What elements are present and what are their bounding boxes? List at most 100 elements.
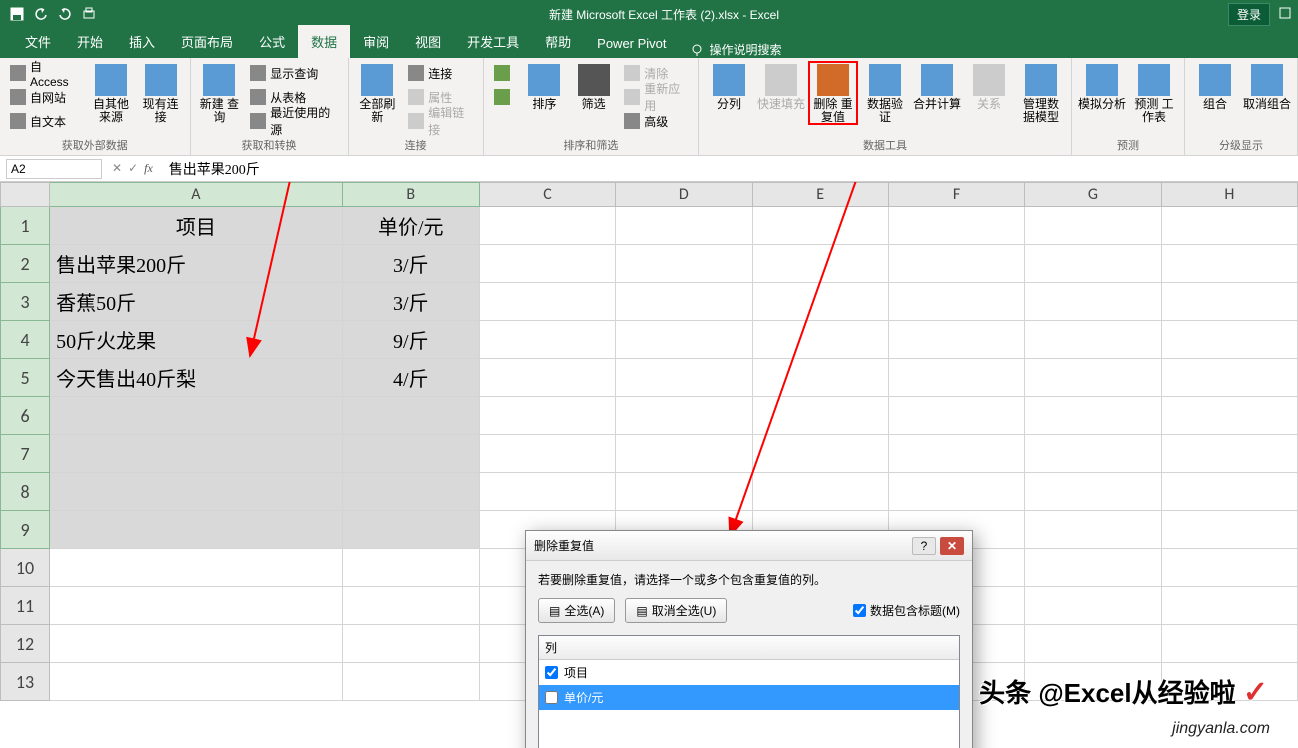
- row-header-9[interactable]: 9: [1, 511, 50, 549]
- btn-text-to-columns[interactable]: 分列: [705, 62, 753, 111]
- cell-A13[interactable]: [50, 663, 343, 701]
- cell-H9[interactable]: [1161, 511, 1297, 549]
- worksheet[interactable]: ABCDEFGH1项目单价/元2售出苹果200斤3/斤3香蕉50斤3/斤450斤…: [0, 182, 1298, 748]
- cell-D1[interactable]: [616, 207, 752, 245]
- col-header-H[interactable]: H: [1161, 183, 1297, 207]
- cell-B6[interactable]: [342, 397, 479, 435]
- row-header-2[interactable]: 2: [1, 245, 50, 283]
- cell-D5[interactable]: [616, 359, 752, 397]
- row-header-6[interactable]: 6: [1, 397, 50, 435]
- cell-B12[interactable]: [342, 625, 479, 663]
- col-header-B[interactable]: B: [342, 183, 479, 207]
- cell-G12[interactable]: [1025, 625, 1161, 663]
- cell-H10[interactable]: [1161, 549, 1297, 587]
- cell-E2[interactable]: [752, 245, 888, 283]
- enter-icon[interactable]: ✓: [128, 161, 138, 176]
- has-header-check[interactable]: [853, 604, 866, 617]
- tab-data[interactable]: 数据: [298, 25, 350, 58]
- btn-remove-duplicates[interactable]: 删除 重复值: [809, 62, 857, 124]
- cell-D2[interactable]: [616, 245, 752, 283]
- btn-sort-desc[interactable]: [490, 86, 518, 108]
- listbox-item[interactable]: 项目: [539, 660, 959, 685]
- ribbon-display-icon[interactable]: [1278, 6, 1292, 23]
- cell-H2[interactable]: [1161, 245, 1297, 283]
- cancel-icon[interactable]: ✕: [112, 161, 122, 176]
- cell-H8[interactable]: [1161, 473, 1297, 511]
- row-header-12[interactable]: 12: [1, 625, 50, 663]
- tab-file[interactable]: 文件: [12, 25, 64, 58]
- row-header-8[interactable]: 8: [1, 473, 50, 511]
- btn-from-text[interactable]: 自文本: [6, 110, 84, 132]
- btn-show-queries[interactable]: 显示查询: [246, 62, 341, 84]
- cell-A8[interactable]: [50, 473, 343, 511]
- cell-A1[interactable]: 项目: [50, 207, 343, 245]
- btn-group[interactable]: 组合: [1191, 62, 1239, 111]
- cell-A9[interactable]: [50, 511, 343, 549]
- btn-what-if[interactable]: 模拟分析: [1078, 62, 1126, 111]
- cell-G4[interactable]: [1025, 321, 1161, 359]
- column-checkbox[interactable]: [545, 691, 558, 704]
- cell-E4[interactable]: [752, 321, 888, 359]
- btn-existing-connections[interactable]: 现有连接: [138, 62, 184, 124]
- row-header-11[interactable]: 11: [1, 587, 50, 625]
- row-header-10[interactable]: 10: [1, 549, 50, 587]
- btn-data-model[interactable]: 管理数 据模型: [1017, 62, 1065, 124]
- row-header-4[interactable]: 4: [1, 321, 50, 359]
- tab-insert[interactable]: 插入: [116, 25, 168, 58]
- tab-powerpivot[interactable]: Power Pivot: [584, 29, 679, 58]
- cell-C2[interactable]: [479, 245, 615, 283]
- cell-D7[interactable]: [616, 435, 752, 473]
- cell-G1[interactable]: [1025, 207, 1161, 245]
- listbox-item[interactable]: 单价/元: [539, 685, 959, 710]
- cell-G11[interactable]: [1025, 587, 1161, 625]
- tab-home[interactable]: 开始: [64, 25, 116, 58]
- cell-H11[interactable]: [1161, 587, 1297, 625]
- cell-C3[interactable]: [479, 283, 615, 321]
- cell-G9[interactable]: [1025, 511, 1161, 549]
- close-button[interactable]: ✕: [940, 537, 964, 555]
- cell-A3[interactable]: 香蕉50斤: [50, 283, 343, 321]
- tab-layout[interactable]: 页面布局: [168, 25, 246, 58]
- col-header-C[interactable]: C: [479, 183, 615, 207]
- cell-H7[interactable]: [1161, 435, 1297, 473]
- col-header-E[interactable]: E: [752, 183, 888, 207]
- btn-consolidate[interactable]: 合并计算: [913, 62, 961, 111]
- btn-other-sources[interactable]: 自其他来源: [88, 62, 134, 124]
- cell-A6[interactable]: [50, 397, 343, 435]
- btn-from-access[interactable]: 自 Access: [6, 62, 84, 84]
- redo-icon[interactable]: [54, 3, 76, 25]
- row-header-3[interactable]: 3: [1, 283, 50, 321]
- undo-icon[interactable]: [30, 3, 52, 25]
- tab-dev[interactable]: 开发工具: [454, 25, 532, 58]
- cell-E3[interactable]: [752, 283, 888, 321]
- help-button[interactable]: ?: [912, 537, 936, 555]
- row-header-13[interactable]: 13: [1, 663, 50, 701]
- fx-icon[interactable]: fx: [144, 161, 153, 176]
- tab-review[interactable]: 审阅: [350, 25, 402, 58]
- col-header-F[interactable]: F: [888, 183, 1024, 207]
- tab-view[interactable]: 视图: [402, 25, 454, 58]
- cell-C5[interactable]: [479, 359, 615, 397]
- select-all-button[interactable]: ▤全选(A): [538, 598, 615, 623]
- cell-H12[interactable]: [1161, 625, 1297, 663]
- cell-A2[interactable]: 售出苹果200斤: [50, 245, 343, 283]
- cell-B1[interactable]: 单价/元: [342, 207, 479, 245]
- cell-C6[interactable]: [479, 397, 615, 435]
- cell-F8[interactable]: [888, 473, 1024, 511]
- cell-E7[interactable]: [752, 435, 888, 473]
- btn-recent-sources[interactable]: 最近使用的源: [246, 110, 341, 132]
- cell-H3[interactable]: [1161, 283, 1297, 321]
- col-header-A[interactable]: A: [50, 183, 343, 207]
- cell-B10[interactable]: [342, 549, 479, 587]
- cell-A11[interactable]: [50, 587, 343, 625]
- cell-G6[interactable]: [1025, 397, 1161, 435]
- btn-ungroup[interactable]: 取消组合: [1243, 62, 1291, 111]
- cell-F5[interactable]: [888, 359, 1024, 397]
- columns-listbox[interactable]: 列 项目单价/元: [538, 635, 960, 748]
- cell-C4[interactable]: [479, 321, 615, 359]
- cell-F4[interactable]: [888, 321, 1024, 359]
- cell-B2[interactable]: 3/斤: [342, 245, 479, 283]
- cell-A7[interactable]: [50, 435, 343, 473]
- cell-C8[interactable]: [479, 473, 615, 511]
- cell-D4[interactable]: [616, 321, 752, 359]
